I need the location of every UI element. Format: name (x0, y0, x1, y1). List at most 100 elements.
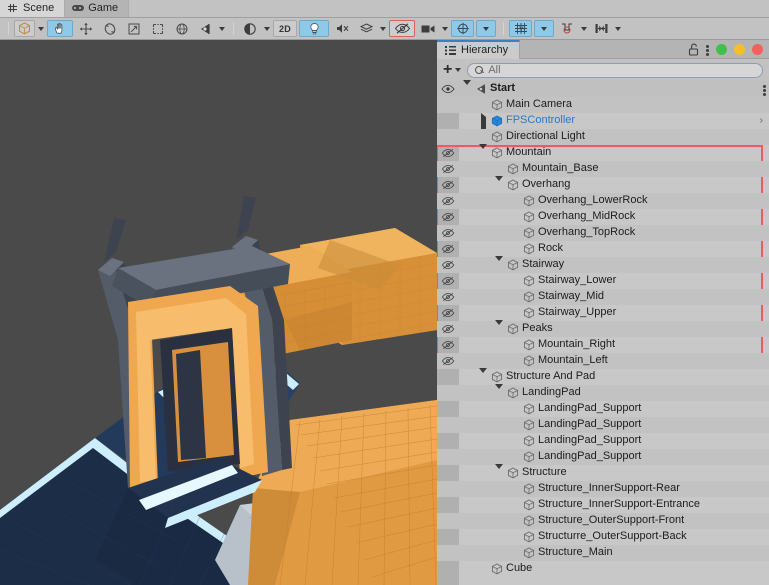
toggle-lighting[interactable] (299, 20, 330, 37)
visibility-toggle-off[interactable] (441, 308, 455, 318)
hierarchy-row[interactable]: Start (437, 79, 769, 97)
pivot-tool-dropdown[interactable] (195, 20, 216, 37)
hierarchy-row[interactable]: Structure (437, 463, 769, 481)
add-object-button[interactable]: + (443, 62, 464, 78)
hierarchy-row[interactable]: Stairway_Upper (437, 305, 769, 321)
hierarchy-row[interactable]: Overhang_LowerRock (437, 193, 769, 209)
hierarchy-tree[interactable]: Start Main Camera FPSController › Directiona… (437, 79, 769, 585)
foldout-expanded-icon[interactable] (479, 143, 488, 161)
hierarchy-row[interactable]: Mountain (437, 143, 769, 161)
pivot-caret[interactable] (219, 26, 225, 31)
hierarchy-row[interactable]: Stairway (437, 255, 769, 273)
foldout-expanded-icon[interactable] (495, 255, 504, 273)
hierarchy-row[interactable]: Structure And Pad (437, 367, 769, 385)
foldout-expanded-icon[interactable] (495, 463, 504, 481)
hierarchy-row[interactable]: Structurre_OuterSupport-Back (437, 529, 769, 545)
hierarchy-row[interactable]: Mountain_Left (437, 353, 769, 369)
hierarchy-row[interactable]: Main Camera (437, 97, 769, 113)
hierarchy-row[interactable]: Overhang (437, 175, 769, 193)
search-input[interactable]: All (467, 62, 763, 78)
tab-scene[interactable]: Scene (0, 0, 66, 17)
shading-mode-dropdown[interactable] (239, 20, 261, 37)
visibility-toggle-off[interactable] (441, 324, 455, 334)
foldout-collapsed-icon[interactable] (479, 112, 488, 133)
move-tool[interactable] (75, 20, 97, 37)
visibility-toggle-off[interactable] (441, 292, 455, 302)
lock-open-icon[interactable] (688, 43, 699, 56)
hierarchy-row[interactable]: Directional Light (437, 129, 769, 145)
gameobject-cube-icon (507, 163, 519, 175)
hierarchy-row[interactable]: LandingPad_Support (437, 449, 769, 465)
visibility-toggle-off[interactable] (441, 340, 455, 350)
visibility-toggle-off[interactable] (441, 196, 455, 206)
view-tool-caret[interactable] (38, 26, 44, 31)
snap-increment-dropdown[interactable] (556, 20, 578, 37)
gizmos-dropdown[interactable] (451, 20, 475, 37)
visibility-toggle-off[interactable] (441, 356, 455, 366)
hierarchy-row[interactable]: FPSController › (437, 112, 769, 133)
visibility-toggle-off[interactable] (441, 276, 455, 286)
hierarchy-item-label: Overhang (522, 178, 571, 190)
grid-visibility-dropdown[interactable]: Y (509, 20, 533, 37)
hierarchy-row[interactable]: LandingPad_Support (437, 417, 769, 433)
kebab-menu-icon[interactable] (706, 43, 709, 56)
hierarchy-row[interactable]: Structure_InnerSupport-Entrance (437, 497, 769, 513)
visibility-toggle-on[interactable] (441, 84, 455, 94)
scene-viewport[interactable] (0, 40, 437, 585)
hierarchy-row[interactable]: Structure_OuterSupport-Front (437, 513, 769, 529)
visibility-toggle-off[interactable] (441, 212, 455, 222)
hierarchy-row[interactable]: Cube (437, 561, 769, 577)
hierarchy-row[interactable]: Overhang_MidRock (437, 209, 769, 225)
hierarchy-row[interactable]: LandingPad (437, 383, 769, 401)
hierarchy-row[interactable]: LandingPad_Support (437, 433, 769, 449)
scale-tool[interactable] (123, 20, 145, 37)
visibility-toggle-off[interactable] (441, 164, 455, 174)
view-tool-dropdown[interactable] (14, 20, 35, 37)
foldout-expanded-icon[interactable] (495, 319, 504, 337)
camera-settings-dropdown[interactable] (417, 20, 439, 37)
cube-icon (19, 22, 30, 35)
hierarchy-row[interactable]: Mountain_Right (437, 337, 769, 353)
fx-dropdown[interactable] (355, 20, 377, 37)
hand-tool[interactable] (47, 20, 73, 37)
tab-game[interactable]: Game (65, 0, 130, 17)
visibility-toggle-off[interactable] (441, 260, 455, 270)
foldout-expanded-icon[interactable] (479, 367, 488, 385)
foldout-expanded-icon[interactable] (495, 175, 504, 193)
visibility-toggle-off[interactable] (441, 244, 455, 254)
hierarchy-row[interactable]: Stairway_Lower (437, 273, 769, 289)
visibility-toggle-off[interactable] (441, 228, 455, 238)
toggle-2d[interactable]: 2D (273, 20, 298, 37)
camera-caret[interactable] (442, 26, 449, 31)
hierarchy-row[interactable]: Structure_Main (437, 545, 769, 561)
gizmos-caret[interactable] (476, 20, 497, 37)
fx-caret[interactable] (380, 26, 387, 31)
hierarchy-row[interactable]: Stairway_Mid (437, 289, 769, 305)
foldout-expanded-icon[interactable] (495, 383, 504, 401)
component-tools-dropdown[interactable] (590, 20, 612, 37)
component-caret[interactable] (615, 26, 622, 31)
tab-hierarchy[interactable]: Hierarchy (437, 40, 521, 59)
minimize-button[interactable] (734, 44, 745, 55)
open-prefab-chevron-icon[interactable]: › (760, 116, 763, 126)
rotate-tool[interactable] (99, 20, 121, 37)
hierarchy-row[interactable]: Structure_InnerSupport-Rear (437, 481, 769, 497)
rect-tool[interactable] (147, 20, 169, 37)
scene-render (0, 40, 437, 585)
visibility-toggle-off[interactable] (441, 180, 455, 190)
shading-caret[interactable] (264, 26, 270, 31)
scene-visibility-toggle[interactable] (389, 20, 416, 37)
hierarchy-row[interactable]: Peaks (437, 319, 769, 337)
transform-tool[interactable] (171, 20, 193, 37)
hierarchy-row[interactable]: Rock (437, 241, 769, 257)
hierarchy-row[interactable]: Mountain_Base (437, 161, 769, 177)
foldout-expanded-icon[interactable] (463, 79, 472, 97)
close-button[interactable] (716, 44, 727, 55)
toggle-audio[interactable] (331, 20, 353, 37)
visibility-toggle-off[interactable] (441, 148, 455, 158)
maximize-button[interactable] (752, 44, 763, 55)
hierarchy-row[interactable]: LandingPad_Support (437, 401, 769, 417)
snap-caret[interactable] (581, 26, 588, 31)
grid-caret[interactable] (534, 20, 555, 37)
hierarchy-row[interactable]: Overhang_TopRock (437, 225, 769, 241)
